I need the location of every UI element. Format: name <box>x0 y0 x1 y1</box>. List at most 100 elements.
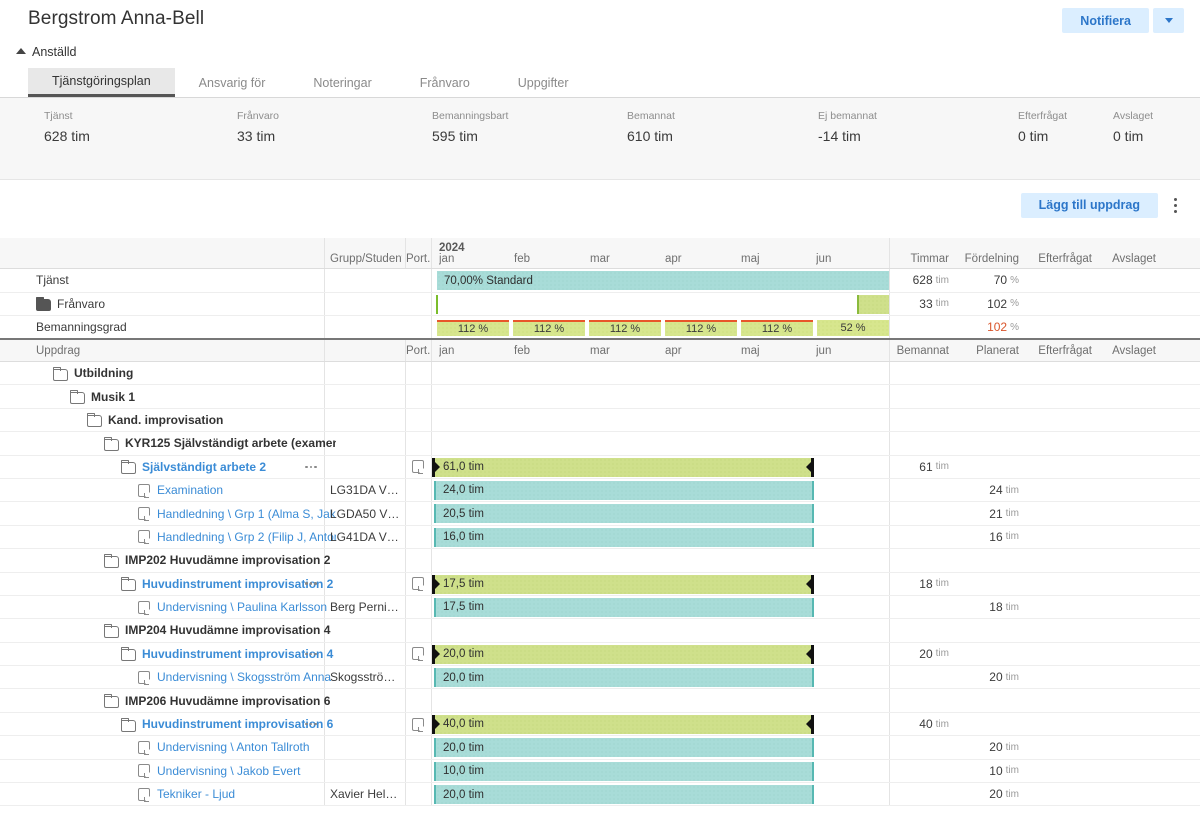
tjanst-timeline-bar[interactable]: 70,00% Standard <box>437 271 889 290</box>
port-note-icon[interactable] <box>412 456 430 478</box>
table-row[interactable]: Musik 1 <box>0 385 1200 408</box>
row-label[interactable]: Handledning \ Grp 2 (Filip J, Anton … <box>138 530 336 544</box>
timeline-bar[interactable]: 20,5 tim <box>434 504 814 523</box>
staffing-bar-apr[interactable]: 112 % <box>665 320 737 336</box>
bar-label: 20,0 tim <box>443 742 484 754</box>
row-label-cell: IMP204 Huvudämne improvisation 4 <box>104 619 336 641</box>
row-label[interactable]: Undervisning \ Skogsström Anna <box>138 670 331 684</box>
staffing-bar-maj[interactable]: 112 % <box>741 320 813 336</box>
port-note-icon[interactable] <box>412 643 430 665</box>
row-label[interactable]: Undervisning \ Paulina Karlsson <box>138 600 327 614</box>
staffing-bar-jan[interactable]: 112 % <box>437 320 509 336</box>
port-note-icon[interactable] <box>412 713 430 735</box>
table-row[interactable]: ExaminationLG31DA V…24,0 tim24tim <box>0 479 1200 502</box>
franvaro-timeline-bar[interactable] <box>857 295 889 314</box>
row-label-cell: IMP202 Huvudämne improvisation 2 <box>104 549 336 571</box>
col-avslaget: Avslaget <box>1098 238 1156 268</box>
port-note-icon[interactable] <box>412 573 430 595</box>
row-bemanningsgrad[interactable]: Bemanningsgrad 112 % 112 % 112 % 112 % 1… <box>0 316 1200 340</box>
timeline-bar[interactable]: 17,5 tim <box>432 575 814 594</box>
bar-end-handle[interactable] <box>806 649 811 659</box>
table-row[interactable]: Kand. improvisation <box>0 409 1200 432</box>
more-options-icon[interactable] <box>1164 192 1186 218</box>
summary-bemanningsbart: Bemanningsbart 595 tim <box>432 110 508 144</box>
timeline-bar[interactable]: 10,0 tim <box>434 762 814 781</box>
row-label-cell: Undervisning \ Paulina Karlsson <box>138 596 336 618</box>
row-label[interactable]: Huvudinstrument improvisation 6 <box>121 717 333 731</box>
table-row[interactable]: IMP204 Huvudämne improvisation 4 <box>0 619 1200 642</box>
table-row[interactable]: Undervisning \ Paulina KarlssonBerg Pern… <box>0 596 1200 619</box>
column-divider <box>405 479 406 501</box>
assignment-grid: 2024 Grupp/Student Port. jan feb mar apr… <box>0 238 1200 806</box>
column-divider <box>889 760 890 782</box>
table-row[interactable]: IMP202 Huvudämne improvisation 2 <box>0 549 1200 572</box>
folder-icon <box>121 648 135 659</box>
row-label-text: Självständigt arbete 2 <box>142 460 266 474</box>
row-planerat-value: 18 <box>989 600 1002 614</box>
notify-button[interactable]: Notifiera <box>1062 8 1149 33</box>
timeline-bar[interactable]: 40,0 tim <box>432 715 814 734</box>
table-row[interactable]: Handledning \ Grp 1 (Alma S, Jako…LGDA50… <box>0 502 1200 525</box>
summary-bemannat: Bemannat 610 tim <box>627 110 675 144</box>
bar-start-handle[interactable] <box>435 719 440 729</box>
row-menu-icon[interactable] <box>305 573 323 595</box>
tab-tjanstgoringsplan[interactable]: Tjänstgöringsplan <box>28 68 175 97</box>
row-franvaro[interactable]: Frånvaro 33tim 102% <box>0 293 1200 317</box>
row-tjanst[interactable]: Tjänst 70,00% Standard 628tim 70% <box>0 269 1200 293</box>
tab-noteringar[interactable]: Noteringar <box>289 68 395 97</box>
timeline-bar[interactable]: 24,0 tim <box>434 481 814 500</box>
row-label[interactable]: Examination <box>138 483 223 497</box>
table-row[interactable]: KYR125 Självständigt arbete (examens… <box>0 432 1200 455</box>
row-tjanst-fordelning-value: 70 <box>994 273 1007 287</box>
bar-start-handle[interactable] <box>435 649 440 659</box>
summary-bemanningsbart-label: Bemanningsbart <box>432 110 508 122</box>
table-row[interactable]: Tekniker - LjudXavier Hel…20,0 tim20tim <box>0 783 1200 806</box>
staffing-bar-feb[interactable]: 112 % <box>513 320 585 336</box>
table-row[interactable]: Undervisning \ Anton Tallroth20,0 tim20t… <box>0 736 1200 759</box>
timeline-bar[interactable]: 20,0 tim <box>434 668 814 687</box>
row-label[interactable]: Självständigt arbete 2 <box>121 460 266 474</box>
row-menu-icon[interactable] <box>305 643 323 665</box>
row-tjanst-timmar-value: 628 <box>913 273 933 287</box>
row-label: IMP206 Huvudämne improvisation 6 <box>104 694 330 708</box>
timeline-bar[interactable]: 17,5 tim <box>434 598 814 617</box>
tab-uppgifter[interactable]: Uppgifter <box>494 68 593 97</box>
bar-end-handle[interactable] <box>806 462 811 472</box>
table-row[interactable]: Handledning \ Grp 2 (Filip J, Anton …LG4… <box>0 526 1200 549</box>
bar-start-handle[interactable] <box>435 579 440 589</box>
timeline-bar[interactable]: 20,0 tim <box>434 738 814 757</box>
table-row[interactable]: IMP206 Huvudämne improvisation 6 <box>0 689 1200 712</box>
timeline-bar[interactable]: 61,0 tim <box>432 458 814 477</box>
bar-end-handle[interactable] <box>806 719 811 729</box>
tab-franvaro[interactable]: Frånvaro <box>396 68 494 97</box>
row-menu-icon[interactable] <box>305 456 323 478</box>
table-row[interactable]: Huvudinstrument improvisation 420,0 tim2… <box>0 643 1200 666</box>
table-row[interactable]: Självständigt arbete 261,0 tim61tim <box>0 456 1200 479</box>
table-row[interactable]: Undervisning \ Jakob Evert10,0 tim10tim <box>0 760 1200 783</box>
timeline-bar[interactable]: 16,0 tim <box>434 528 814 547</box>
timeline-bar[interactable]: 20,0 tim <box>434 785 814 804</box>
bar-start-handle[interactable] <box>435 462 440 472</box>
add-assignment-button[interactable]: Lägg till uppdrag <box>1021 193 1158 218</box>
row-label[interactable]: Undervisning \ Jakob Evert <box>138 764 300 778</box>
notify-dropdown-button[interactable] <box>1153 8 1184 33</box>
staffing-bar-mar[interactable]: 112 % <box>589 320 661 336</box>
row-menu-icon[interactable] <box>305 713 323 735</box>
column-divider <box>431 502 432 524</box>
row-label[interactable]: Handledning \ Grp 1 (Alma S, Jako… <box>138 507 336 521</box>
row-franvaro-timmar-value: 33 <box>919 297 932 311</box>
tab-ansvarig-for[interactable]: Ansvarig för <box>175 68 290 97</box>
timeline-bar[interactable]: 20,0 tim <box>432 645 814 664</box>
row-label[interactable]: Tekniker - Ljud <box>138 787 235 801</box>
staffing-bar-jun[interactable]: 52 % <box>817 320 889 336</box>
table-row[interactable]: Huvudinstrument improvisation 640,0 tim4… <box>0 713 1200 736</box>
employee-section-toggle[interactable]: Anställd <box>16 45 76 59</box>
table-row[interactable]: Huvudinstrument improvisation 217,5 tim1… <box>0 573 1200 596</box>
column-divider <box>405 456 406 478</box>
table-row[interactable]: Utbildning <box>0 362 1200 385</box>
table-row[interactable]: Undervisning \ Skogsström AnnaSkogsströ…… <box>0 666 1200 689</box>
row-label[interactable]: Undervisning \ Anton Tallroth <box>138 740 310 754</box>
row-label[interactable]: Huvudinstrument improvisation 4 <box>121 647 333 661</box>
bar-end-handle[interactable] <box>806 579 811 589</box>
row-label[interactable]: Huvudinstrument improvisation 2 <box>121 577 333 591</box>
